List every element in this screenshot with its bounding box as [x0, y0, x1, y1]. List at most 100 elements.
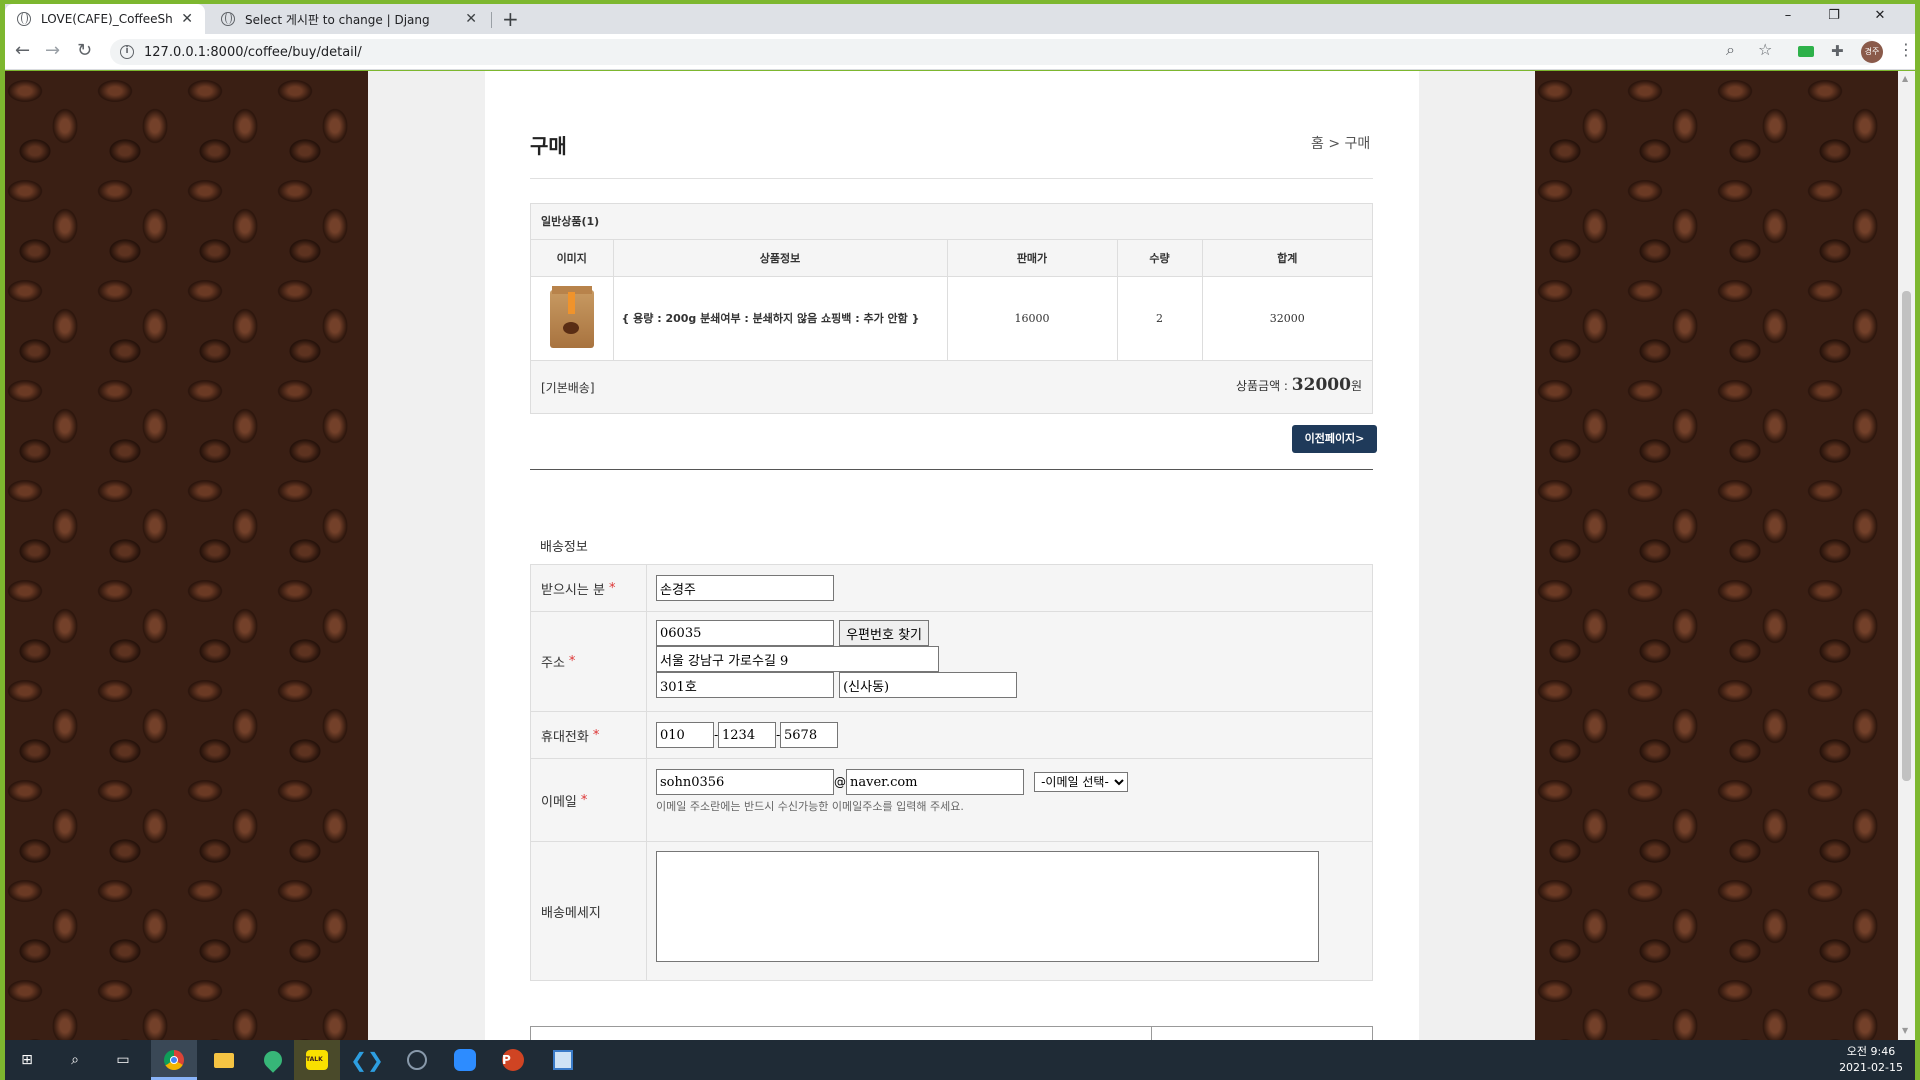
product-info: { 용량 : 200g 분쇄여부 : 분쇄하지 않음 쇼핑백 : 추가 안함 }: [613, 276, 948, 361]
phone2-input[interactable]: [718, 722, 776, 748]
zoom-icon[interactable]: ⌕: [1726, 40, 1735, 60]
forward-icon[interactable]: →: [45, 40, 60, 61]
divider: [530, 469, 1373, 470]
close-window-button[interactable]: ✕: [1857, 8, 1903, 23]
bookmark-star-icon[interactable]: ☆: [1758, 40, 1772, 59]
zipcode-input[interactable]: [656, 620, 834, 646]
address2-input[interactable]: [656, 672, 834, 698]
product-image-cell: [531, 276, 614, 361]
tab-coffeeshop[interactable]: LOVE(CAFE)_CoffeeShop ✕: [5, 4, 205, 34]
restore-button[interactable]: ❐: [1811, 8, 1857, 23]
divider: [530, 178, 1373, 179]
address1-input[interactable]: [656, 646, 939, 672]
breadcrumb: 홈 > 구매: [1311, 136, 1371, 152]
coffee-beans-background-right: [1535, 71, 1898, 1040]
email-at: @: [834, 775, 846, 789]
shipping-section-title: 배송정보: [540, 540, 588, 555]
close-icon[interactable]: ✕: [465, 11, 477, 27]
table-row: { 용량 : 200g 분쇄여부 : 분쇄하지 않음 쇼핑백 : 추가 안함 }…: [531, 276, 1372, 361]
subtotal: 상품금액 : 32000원: [1236, 375, 1362, 395]
minimize-button[interactable]: –: [1765, 8, 1811, 23]
kakaotalk-icon[interactable]: TALK: [305, 1048, 329, 1072]
maps-app-icon[interactable]: [260, 1047, 286, 1073]
back-icon[interactable]: ←: [15, 40, 30, 61]
subtotal-label: 상품금액 :: [1235, 378, 1292, 393]
column-header-info: 상품정보: [613, 240, 948, 277]
previous-page-button[interactable]: 이전페이지>: [1292, 425, 1377, 453]
page-title: 구매: [530, 134, 567, 158]
shipping-type: [기본배송]: [541, 380, 595, 395]
windows-start-icon[interactable]: ⊞: [15, 1048, 39, 1072]
email-domain-select[interactable]: -이메일 선택-: [1034, 772, 1129, 792]
tab-title: LOVE(CAFE)_CoffeeShop: [41, 12, 174, 26]
reload-icon[interactable]: ↻: [77, 40, 92, 61]
system-clock[interactable]: 오전 9:46 2021-02-15: [1839, 1044, 1903, 1076]
profile-avatar[interactable]: 경주: [1861, 41, 1883, 63]
phone-row: 휴대전화* --: [531, 712, 1372, 759]
address3-input[interactable]: [839, 672, 1018, 698]
message-row: 배송메세지: [531, 842, 1372, 980]
shipping-form: 받으시는 분* 주소* 우편번호 찾기 휴대전화*: [530, 564, 1373, 981]
email-row: 이메일* @ -이메일 선택- 이메일 주소란에는 반드시 수신가능한 이메일주…: [531, 759, 1372, 842]
next-section-box: [530, 1026, 1373, 1040]
address-bar[interactable]: i 127.0.0.1:8000/coffee/buy/detail/: [110, 39, 1880, 65]
recipient-label: 받으시는 분 *: [531, 565, 647, 611]
globe-icon: [221, 12, 235, 26]
email-id-input[interactable]: [656, 769, 834, 795]
phone-label: 휴대전화 *: [531, 712, 647, 758]
menu-kebab-icon[interactable]: ⋮: [1898, 40, 1914, 59]
phone3-input[interactable]: [780, 722, 838, 748]
tab-separator: [491, 12, 492, 28]
subtotal-amount: 32000: [1291, 374, 1351, 395]
task-view-icon[interactable]: ▭: [111, 1048, 135, 1072]
scroll-down-icon[interactable]: ▼: [1902, 1026, 1908, 1035]
phone1-input[interactable]: [656, 722, 714, 748]
table-header-row: 이미지 상품정보 판매가 수량 합계: [531, 240, 1372, 277]
product-price: 16000: [947, 276, 1118, 361]
delivery-message-textarea[interactable]: [656, 851, 1319, 962]
column-header-qty: 수량: [1117, 240, 1203, 277]
required-mark: *: [592, 727, 600, 743]
subtotal-unit: 원: [1350, 378, 1362, 393]
windows-taskbar: ⊞ ⌕ ▭ TALK ❮❯ P 오전 9:46 2021-02-15: [5, 1040, 1915, 1080]
email-domain-input[interactable]: [846, 769, 1024, 795]
find-zipcode-button[interactable]: 우편번호 찾기: [839, 620, 929, 646]
required-mark: *: [580, 792, 588, 808]
email-hint: 이메일 주소란에는 반드시 수신가능한 이메일주소를 입력해 주세요.: [656, 800, 964, 813]
email-label: 이메일 *: [531, 759, 647, 841]
url-text[interactable]: 127.0.0.1:8000/coffee/buy/detail/: [144, 45, 362, 60]
product-total: 32000: [1202, 276, 1372, 361]
vscode-icon[interactable]: ❮❯: [350, 1048, 384, 1072]
toolbar: ← → ↻ i 127.0.0.1:8000/coffee/buy/detail…: [5, 34, 1915, 70]
search-icon[interactable]: ⌕: [63, 1048, 87, 1072]
required-mark: *: [608, 580, 616, 596]
message-label: 배송메세지: [531, 842, 647, 980]
extensions-puzzle-icon[interactable]: ✚: [1831, 42, 1844, 60]
recipient-row: 받으시는 분 *: [531, 565, 1372, 612]
product-qty: 2: [1117, 276, 1203, 361]
powerpoint-icon[interactable]: P: [501, 1048, 525, 1072]
file-explorer-icon[interactable]: [212, 1048, 236, 1072]
required-mark: *: [568, 654, 576, 669]
zoom-app-icon[interactable]: [453, 1048, 477, 1072]
order-table: 이미지 상품정보 판매가 수량 합계 { 용량 : 200g 분쇄여부 : 분쇄…: [531, 240, 1372, 361]
address-row: 주소* 우편번호 찾기: [531, 612, 1372, 712]
new-tab-button[interactable]: +: [502, 7, 519, 31]
app-icon[interactable]: [405, 1048, 429, 1072]
scroll-thumb[interactable]: [1902, 291, 1911, 781]
notes-app-icon[interactable]: [551, 1048, 575, 1072]
column-header-total: 합계: [1202, 240, 1372, 277]
recipient-input[interactable]: [656, 575, 834, 601]
column-header-price: 판매가: [947, 240, 1118, 277]
page-viewport: 구매 홈 > 구매 일반상품(1) 이미지 상품정보 판매가 수량 합계 { 용…: [5, 71, 1898, 1040]
order-summary: 일반상품(1) 이미지 상품정보 판매가 수량 합계 { 용량 : 200g 분…: [530, 203, 1373, 414]
scroll-up-icon[interactable]: ▲: [1902, 74, 1908, 83]
page-scrollbar[interactable]: ▲ ▼: [1898, 71, 1915, 1040]
chrome-icon[interactable]: [162, 1048, 186, 1072]
extension-icon[interactable]: [1798, 46, 1814, 57]
coffee-beans-background-left: [5, 71, 368, 1040]
info-icon[interactable]: i: [120, 45, 134, 59]
close-icon[interactable]: ✕: [181, 11, 193, 27]
tab-django-admin[interactable]: Select 게시판 to change | Djang ✕: [209, 4, 489, 34]
clock-date: 2021-02-15: [1839, 1061, 1903, 1074]
